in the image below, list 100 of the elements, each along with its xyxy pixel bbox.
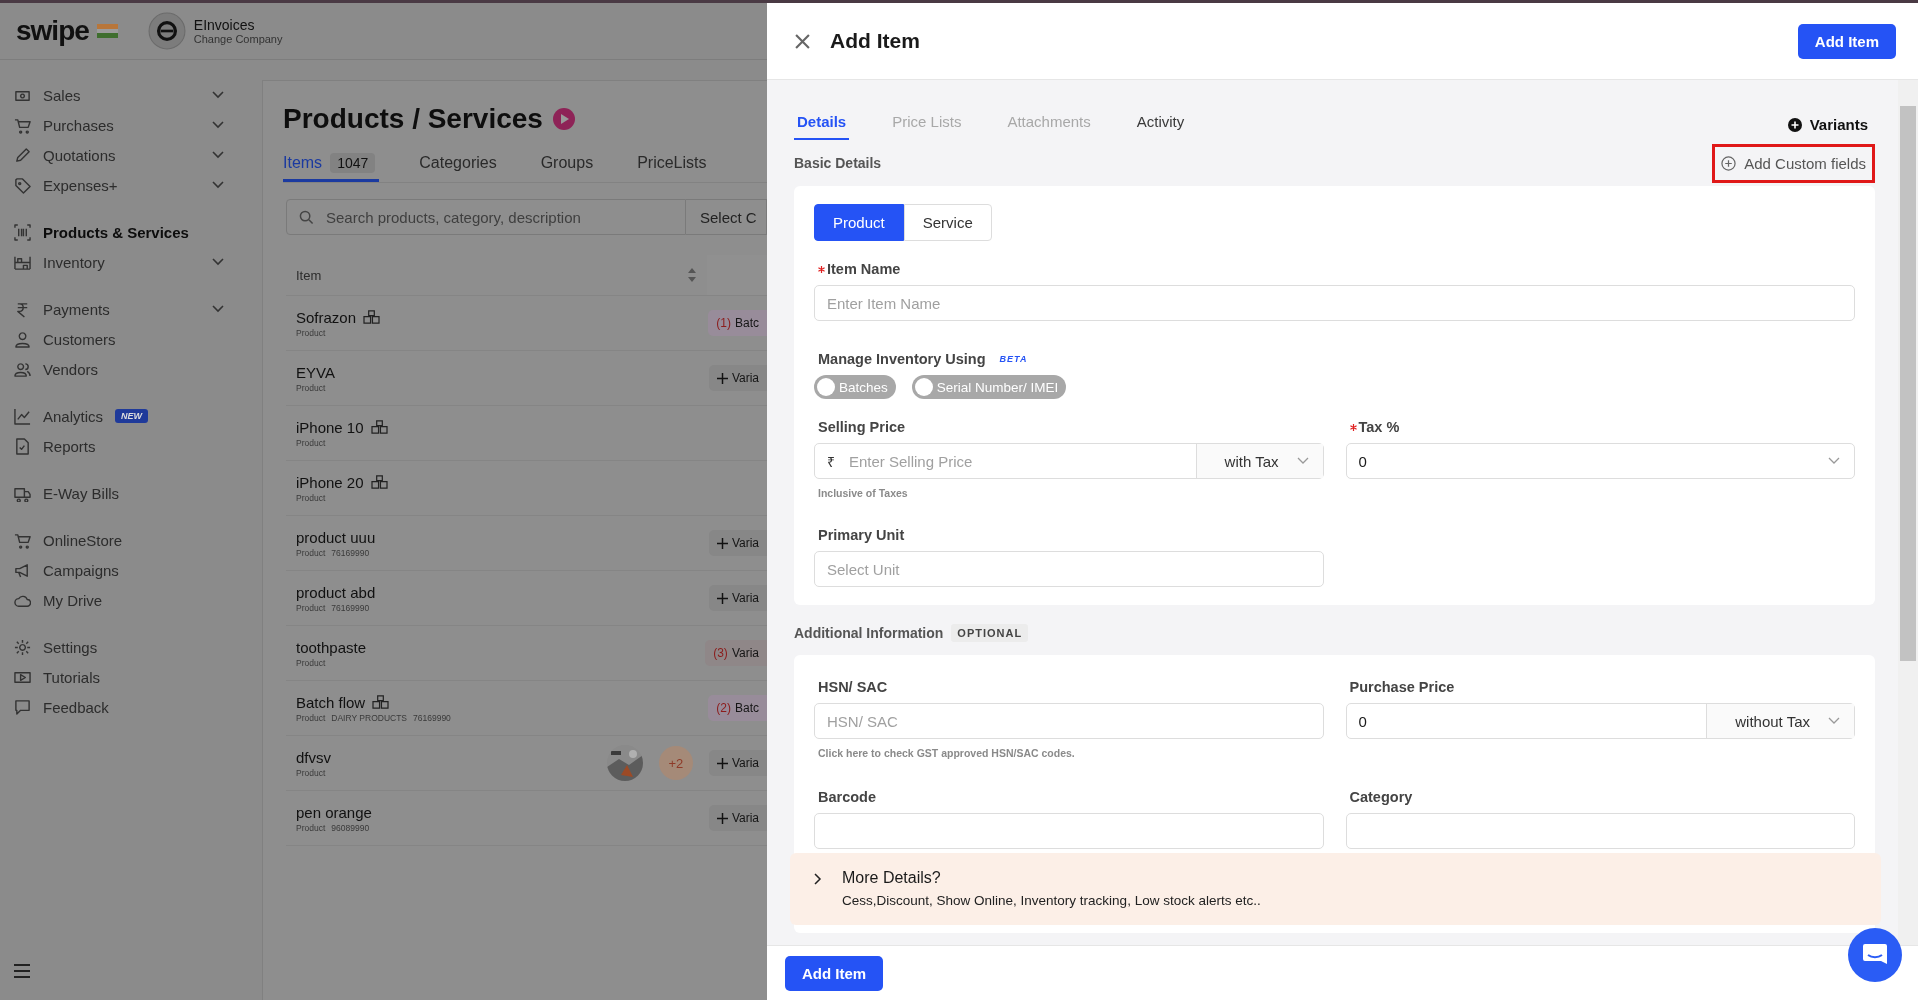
add-item-button[interactable]: Add Item	[1797, 23, 1896, 59]
sidebar-item[interactable]: Quotations	[14, 140, 250, 170]
item-name[interactable]: Batch flow	[296, 693, 366, 711]
sidebar-item[interactable]: Inventory	[14, 247, 250, 277]
more-images-badge: +2	[658, 746, 693, 780]
page-tab[interactable]: Groups	[540, 149, 598, 182]
tax-select[interactable]: 0	[1345, 443, 1855, 479]
chart-icon	[14, 407, 31, 425]
item-meta: 76169990	[331, 547, 370, 558]
barcode-field[interactable]	[814, 813, 1324, 849]
scrollbar[interactable]	[1898, 80, 1918, 945]
drawer-tab[interactable]: Activity	[1133, 105, 1188, 140]
sidebar-item[interactable]: Analytics NEW	[14, 401, 250, 431]
item-name[interactable]: dfvsv	[296, 748, 331, 766]
page-tab[interactable]: PriceLists	[637, 149, 711, 182]
row-action[interactable]: (1) Batc	[708, 310, 767, 336]
sidebar-item[interactable]: Reports	[14, 431, 250, 461]
page-tab[interactable]: Items 1047	[283, 149, 380, 182]
row-action[interactable]: Varia	[708, 365, 767, 391]
drawer-tab[interactable]: Details	[794, 105, 850, 140]
menu-icon[interactable]	[14, 964, 30, 978]
action-label: Varia	[731, 536, 759, 550]
sidebar-item[interactable]: Vendors	[14, 354, 250, 384]
page-title: Products / Services	[283, 103, 543, 135]
sidebar-item[interactable]: My Drive	[14, 585, 250, 615]
row-action[interactable]: Varia	[708, 530, 767, 556]
megaphone-icon	[14, 561, 31, 579]
tax-mode-select[interactable]: with Tax	[1195, 444, 1323, 478]
item-name[interactable]: product uuu	[296, 528, 376, 546]
item-name[interactable]: pen orange	[296, 803, 372, 821]
item-name[interactable]: toothpaste	[296, 638, 367, 656]
chevron-down-icon	[212, 258, 224, 266]
sidebar-item[interactable]: Customers	[14, 324, 250, 354]
add-item-button[interactable]: Add Item	[785, 955, 884, 991]
barcode-icon	[14, 223, 31, 241]
person-icon	[14, 330, 31, 348]
play-icon[interactable]	[552, 108, 575, 130]
row-action[interactable]: (3) Varia	[705, 640, 767, 666]
sidebar-item[interactable]: Purchases	[14, 110, 250, 140]
sidebar-item[interactable]: Feedback	[14, 692, 250, 722]
item-meta: DAIRY PRODUCTS	[331, 712, 408, 723]
sidebar-item[interactable]: E-Way Bills	[14, 478, 250, 508]
sidebar-item[interactable]: Products & Services	[14, 217, 250, 247]
chevron-down-icon	[212, 151, 224, 159]
more-details-banner[interactable]: More Details? Cess,Discount, Show Online, Inventory tracking, Low stock alerts etc..	[790, 853, 1881, 925]
item-type-option[interactable]: Service	[903, 204, 992, 241]
drawer-title: Add Item	[830, 29, 921, 53]
beta-label: BETA	[999, 354, 1028, 364]
search-field[interactable]: Search products, category, description	[286, 199, 686, 235]
add-custom-fields-button[interactable]: Add Custom fields	[1712, 143, 1875, 183]
row-action[interactable]: (2) Batc	[708, 695, 767, 721]
plus-icon	[716, 812, 728, 824]
item-name[interactable]: Sofrazon	[296, 308, 357, 326]
primary-unit-field[interactable]: Select Unit	[814, 551, 1324, 587]
field-label: Category	[1349, 789, 1413, 805]
item-meta: 96089990	[331, 822, 370, 833]
sidebar-item[interactable]: OnlineStore	[14, 525, 250, 555]
page-tab[interactable]: Categories	[419, 149, 501, 182]
plus-circle-icon	[1721, 155, 1737, 171]
plus-icon	[716, 757, 728, 769]
selling-price-field[interactable]: ₹ Enter Selling Price with Tax	[814, 443, 1324, 479]
close-icon[interactable]	[795, 33, 810, 49]
sidebar-item[interactable]: Tutorials	[14, 662, 250, 692]
hsn-field[interactable]: HSN/ SAC	[814, 703, 1324, 739]
row-action[interactable]: Varia	[708, 750, 767, 776]
field-label: Manage Inventory Using	[818, 351, 986, 367]
sidebar-item[interactable]: Sales	[14, 80, 250, 110]
currency-symbol: ₹	[827, 452, 835, 471]
hsn-hint-link[interactable]: Click here to check GST approved HSN/SAC codes.	[818, 747, 1324, 759]
search-input[interactable]: Search products, category, description	[324, 207, 685, 227]
item-name[interactable]: product abd	[296, 583, 376, 601]
item-meta: Product	[296, 327, 326, 338]
sidebar-item[interactable]: Settings	[14, 632, 250, 662]
change-company-link[interactable]: Change Company	[193, 33, 283, 45]
action-count: (2)	[716, 701, 731, 715]
tab-label: Items	[283, 154, 323, 172]
chevron-down-icon	[212, 305, 224, 313]
row-action[interactable]: Varia	[708, 585, 767, 611]
sidebar-item[interactable]: Payments	[14, 294, 250, 324]
row-action[interactable]: Varia	[708, 805, 767, 831]
item-meta: Product	[296, 767, 326, 778]
new-badge: NEW	[115, 409, 149, 423]
item-meta: Product	[296, 657, 326, 668]
field-label: Primary Unit	[818, 527, 905, 543]
item-name[interactable]: EYVA	[296, 363, 335, 381]
item-name[interactable]: iPhone 10	[296, 418, 364, 436]
item-name-field[interactable]: Enter Item Name	[814, 285, 1855, 321]
sidebar-item[interactable]: Expenses+	[14, 170, 250, 200]
flag-icon	[96, 24, 118, 38]
item-name[interactable]: iPhone 20	[296, 473, 364, 491]
sidebar-item[interactable]: Campaigns	[14, 555, 250, 585]
tab-label: Categories	[419, 154, 497, 172]
item-type-option[interactable]: Product	[814, 204, 904, 241]
action-label: Varia	[731, 371, 759, 385]
variants-button[interactable]: Variants	[1787, 116, 1875, 140]
chat-bubble-icon[interactable]	[1848, 928, 1902, 982]
sort-icon[interactable]	[687, 267, 697, 283]
chevron-down-icon	[212, 121, 224, 129]
banner-text: Cess,Discount, Show Online, Inventory tracking, Low stock alerts etc..	[842, 893, 1261, 908]
chevron-down-icon	[1828, 457, 1840, 465]
